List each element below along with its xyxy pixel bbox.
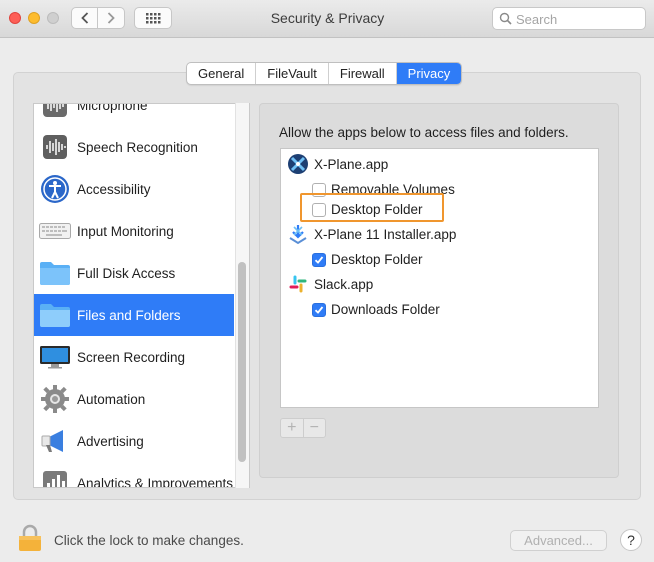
window-title: Security & Privacy xyxy=(270,10,385,26)
sidebar-scrollbar-thumb[interactable] xyxy=(238,262,246,462)
sidebar-item-label: Input Monitoring xyxy=(77,223,174,239)
slack-icon xyxy=(287,273,309,295)
tab-filevault[interactable]: FileVault xyxy=(256,63,329,84)
permission-checkbox[interactable] xyxy=(312,252,326,267)
close-window-button[interactable] xyxy=(9,12,21,24)
help-button[interactable]: ? xyxy=(620,529,642,551)
permission-label: Downloads Folder xyxy=(331,302,440,317)
chevron-left-icon xyxy=(80,12,88,24)
advanced-button[interactable]: Advanced... xyxy=(510,530,607,551)
sidebar-item-label: Full Disk Access xyxy=(77,265,176,281)
microphone-icon xyxy=(39,104,71,121)
sidebar-item-label: Microphone xyxy=(77,103,148,113)
title-bar: Security & Privacy Search xyxy=(0,0,654,38)
zoom-window-button[interactable] xyxy=(47,12,59,24)
keyboard-icon xyxy=(39,215,71,247)
remove-button[interactable]: − xyxy=(304,419,326,437)
lock-message: Click the lock to make changes. xyxy=(54,533,244,548)
annotation-highlight-box xyxy=(300,193,444,222)
app-row-slack: Slack.app xyxy=(287,273,373,295)
minimize-window-button[interactable] xyxy=(28,12,40,24)
gear-icon xyxy=(39,383,71,415)
accessibility-icon xyxy=(39,173,71,205)
display-icon xyxy=(39,341,71,373)
tab-general[interactable]: General xyxy=(187,63,257,84)
sidebar-item-label: Files and Folders xyxy=(77,307,181,323)
chevron-right-icon xyxy=(107,12,115,24)
sidebar-item-label: Analytics & Improvements xyxy=(77,475,234,488)
sidebar-item-label: Advertising xyxy=(77,433,144,449)
chart-icon xyxy=(39,467,71,487)
pane-heading: Allow the apps below to access files and… xyxy=(279,125,569,140)
tab-bar: General FileVault Firewall Privacy xyxy=(186,62,463,85)
sidebar-item-input-monitoring[interactable]: Input Monitoring xyxy=(34,210,234,252)
sidebar-item-speech-recognition[interactable]: Speech Recognition xyxy=(34,126,234,168)
checkmark-icon xyxy=(314,305,324,314)
tab-firewall[interactable]: Firewall xyxy=(329,63,397,84)
search-placeholder: Search xyxy=(516,12,558,27)
app-row-xplane: X-Plane.app xyxy=(287,153,388,175)
forward-button[interactable] xyxy=(98,7,125,29)
app-row-xplane-installer: X-Plane 11 Installer.app xyxy=(287,223,456,245)
waveform-icon xyxy=(39,131,71,163)
sidebar-item-label: Accessibility xyxy=(77,181,151,197)
sidebar-item-full-disk-access[interactable]: Full Disk Access xyxy=(34,252,234,294)
permission-row: Downloads Folder xyxy=(312,302,440,317)
xplane-icon xyxy=(287,153,309,175)
tab-privacy[interactable]: Privacy xyxy=(396,63,462,84)
sidebar-item-microphone[interactable]: Microphone xyxy=(34,103,234,126)
privacy-category-list[interactable]: Microphone Speech Recognition Accessibil… xyxy=(33,103,250,488)
lock-icon xyxy=(19,524,41,551)
megaphone-icon xyxy=(39,425,71,457)
add-button[interactable]: + xyxy=(281,419,304,437)
app-name: Slack.app xyxy=(314,276,374,292)
sidebar-item-label: Automation xyxy=(77,391,146,407)
folder-icon xyxy=(39,299,71,331)
add-remove-control: + − xyxy=(280,418,326,438)
search-field[interactable]: Search xyxy=(492,7,646,30)
sidebar-item-screen-recording[interactable]: Screen Recording xyxy=(34,336,234,378)
permission-label: Desktop Folder xyxy=(331,252,423,267)
sidebar-item-analytics[interactable]: Analytics & Improvements xyxy=(34,462,234,488)
apps-permission-list[interactable]: X-Plane.app Removable Volumes Desktop Fo… xyxy=(280,148,599,408)
permission-row: Desktop Folder xyxy=(312,252,423,267)
folder-icon xyxy=(39,257,71,289)
sidebar-item-label: Screen Recording xyxy=(77,349,186,365)
sidebar-item-advertising[interactable]: Advertising xyxy=(34,420,234,462)
back-button[interactable] xyxy=(71,7,98,29)
installer-icon xyxy=(287,223,309,245)
lock-button[interactable] xyxy=(17,524,43,555)
checkmark-icon xyxy=(314,255,324,264)
show-all-button[interactable] xyxy=(134,7,172,29)
permission-checkbox[interactable] xyxy=(312,302,326,317)
sidebar-item-label: Speech Recognition xyxy=(77,139,198,155)
app-name: X-Plane 11 Installer.app xyxy=(314,226,457,242)
app-name: X-Plane.app xyxy=(314,156,389,172)
sidebar-item-files-and-folders[interactable]: Files and Folders xyxy=(34,294,234,336)
sidebar-item-accessibility[interactable]: Accessibility xyxy=(34,168,234,210)
search-icon xyxy=(499,12,512,25)
sidebar-item-automation[interactable]: Automation xyxy=(34,378,234,420)
grid-icon xyxy=(146,13,161,24)
